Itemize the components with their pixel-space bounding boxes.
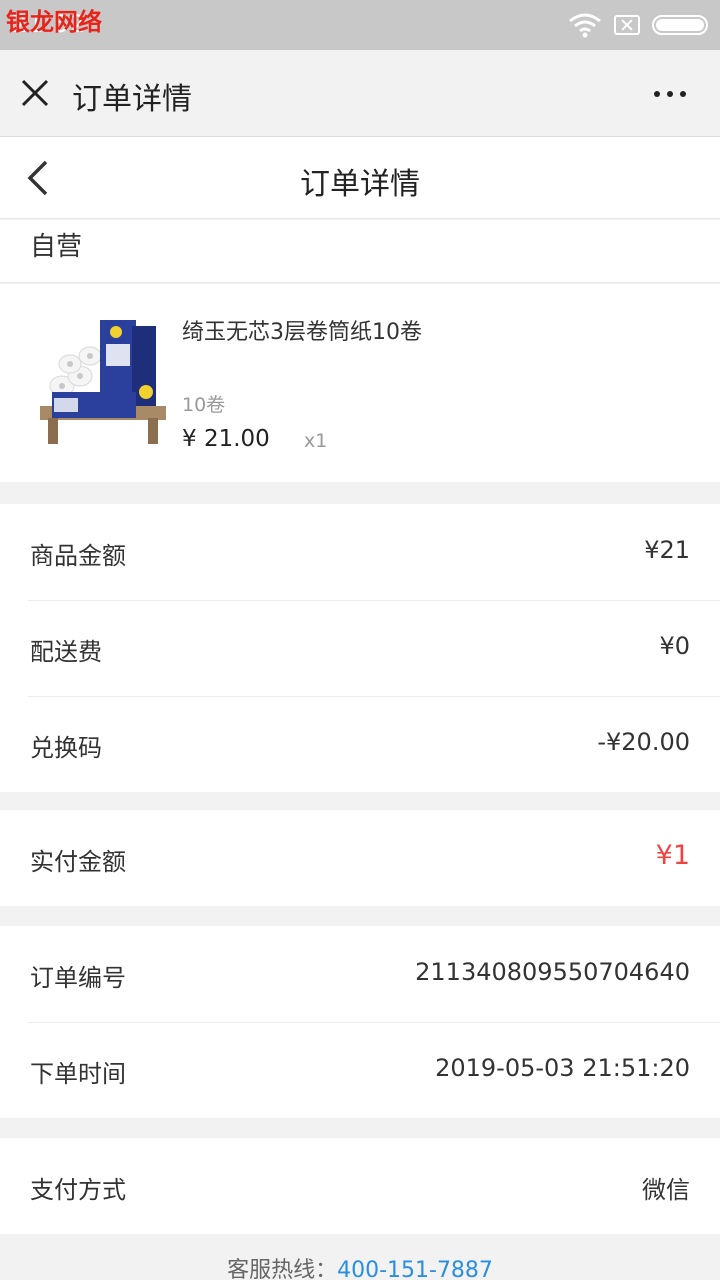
more-options-icon[interactable] xyxy=(654,91,686,97)
payment-method-row: 支付方式 微信 xyxy=(0,1138,720,1234)
order-time-value: 2019-05-03 21:51:20 xyxy=(435,1054,690,1082)
page-header: 订单详情 xyxy=(0,137,720,219)
order-info-card: 订单编号 211340809550704640 下单时间 2019-05-03 … xyxy=(0,926,720,1118)
paid-amount-row: 实付金额 ¥1 xyxy=(0,810,720,906)
amounts-card: 商品金额 ¥21 配送费 ¥0 兑换码 -¥20.00 xyxy=(0,504,720,792)
order-number-row: 订单编号 211340809550704640 xyxy=(0,926,720,1022)
product-price: ¥ 21.00 xyxy=(182,426,270,452)
product-quantity: x1 xyxy=(304,430,328,452)
payment-method-label: 支付方式 xyxy=(30,1176,126,1204)
product-title: 绮玉无芯3层卷筒纸10卷 xyxy=(182,320,422,345)
hotline-number-link[interactable]: 400-151-7887 xyxy=(337,1258,493,1280)
order-number-label: 订单编号 xyxy=(30,964,126,992)
paid-amount-value: ¥1 xyxy=(655,840,690,871)
redeem-code-row: 兑换码 -¥20.00 xyxy=(0,696,720,792)
shipping-fee-row: 配送费 ¥0 xyxy=(0,600,720,696)
customer-service-hotline: 客服热线：400-151-7887 xyxy=(0,1236,720,1280)
wifi-icon xyxy=(569,13,601,38)
status-bar: 21:52 银龙网络 xyxy=(0,0,720,50)
order-time-label: 下单时间 xyxy=(30,1060,126,1088)
webview-title-bar: 订单详情 xyxy=(0,50,720,137)
product-item[interactable]: 绮玉无芯3层卷筒纸10卷 10卷 ¥ 21.00 x1 xyxy=(0,284,720,482)
webview-title: 订单详情 xyxy=(72,82,192,117)
shipping-fee-value: ¥0 xyxy=(659,632,690,660)
shop-name: 自营 xyxy=(30,232,83,262)
shop-row: 自营 xyxy=(0,220,720,283)
paid-amount-card: 实付金额 ¥1 xyxy=(0,810,720,906)
product-spec: 10卷 xyxy=(182,394,226,416)
no-sim-icon xyxy=(614,15,640,35)
order-number-value: 211340809550704640 xyxy=(415,958,690,986)
page-title: 订单详情 xyxy=(300,167,420,202)
payment-method-value: 微信 xyxy=(642,1176,690,1204)
battery-icon xyxy=(652,15,708,35)
goods-amount-value: ¥21 xyxy=(644,536,690,564)
goods-amount-row: 商品金额 ¥21 xyxy=(0,504,720,600)
redeem-code-value: -¥20.00 xyxy=(597,728,690,756)
watermark-text: 银龙网络 xyxy=(6,8,102,36)
status-icons xyxy=(568,12,708,38)
redeem-code-label: 兑换码 xyxy=(30,734,102,762)
shipping-fee-label: 配送费 xyxy=(30,638,102,666)
paid-amount-label: 实付金额 xyxy=(30,848,126,876)
order-time-row: 下单时间 2019-05-03 21:51:20 xyxy=(0,1022,720,1118)
goods-amount-label: 商品金额 xyxy=(30,542,126,570)
hotline-label: 客服热线： xyxy=(227,1258,338,1280)
payment-method-card: 支付方式 微信 xyxy=(0,1138,720,1234)
close-icon[interactable] xyxy=(20,78,50,108)
toilet-paper-product-image xyxy=(40,320,166,444)
